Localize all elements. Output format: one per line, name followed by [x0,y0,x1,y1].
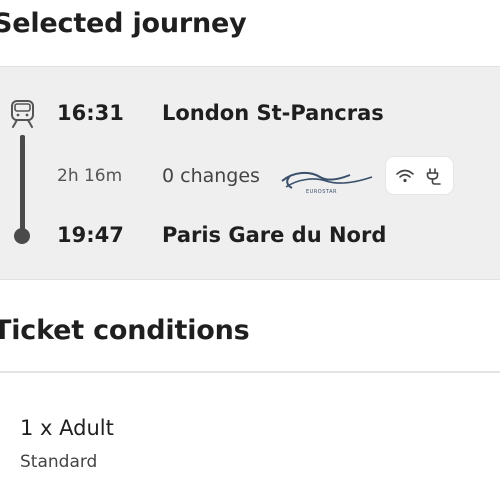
departure-station: London St-Pancras [162,101,384,125]
page: Selected journey 16:31 London St-Pancras… [0,0,500,500]
fare-class: Standard [20,452,98,472]
eurostar-logo-text: EUROSTAR [306,189,337,195]
section-divider [0,371,500,373]
journey-duration: 2h 16m [57,166,123,186]
journey-timeline [20,135,25,231]
train-icon [11,100,34,128]
journey-changes: 0 changes [162,165,260,187]
eurostar-logo: EUROSTAR [281,171,373,195]
power-plug-icon [426,168,441,185]
arrival-station: Paris Gare du Nord [162,223,387,247]
selected-journey-heading: Selected journey [0,8,247,39]
amenities-badge [386,157,453,194]
arrival-time: 19:47 [57,223,124,247]
departure-time: 16:31 [57,101,124,125]
wifi-icon [396,169,414,183]
arrival-dot [14,228,30,244]
ticket-conditions-heading: Ticket conditions [0,315,250,346]
passenger-count: 1 x Adult [20,416,114,440]
